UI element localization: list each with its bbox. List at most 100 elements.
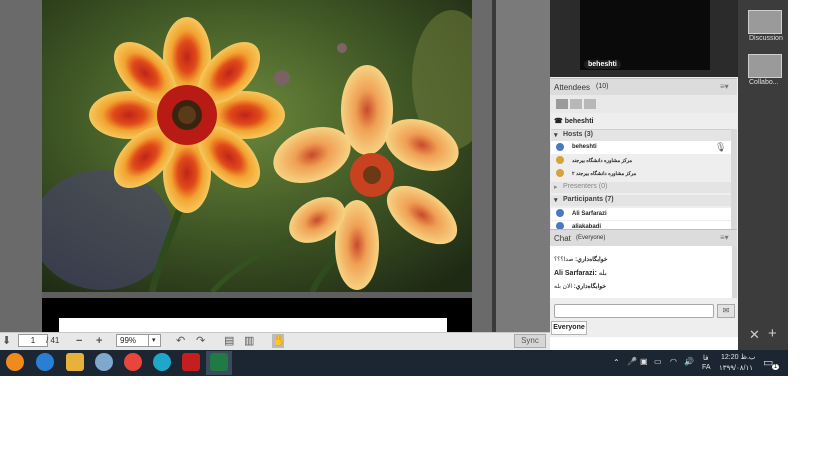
my-name: beheshti: [564, 118, 594, 125]
participant-name: Ali Sarfarazi: [572, 211, 607, 217]
list-item[interactable]: مرکز مشاوره دانشگاه بیرجند: [551, 155, 731, 167]
presenters-label: Presenters (0): [563, 183, 608, 190]
hosts-label: Hosts (3): [563, 131, 593, 138]
sort-icon[interactable]: [584, 99, 596, 109]
input-language[interactable]: FA: [702, 364, 711, 371]
presenters-group[interactable]: ▸ Presenters (0): [551, 182, 731, 193]
fit-page-icon[interactable]: ▤: [224, 334, 234, 348]
host-name: مرکز مشاوره دانشگاه بیرجند: [572, 158, 633, 164]
connect-app-icon[interactable]: [210, 353, 228, 371]
attendees-toolbar: [550, 95, 737, 113]
chat-sender: Ali Sarfarazi:: [554, 270, 597, 277]
arrow-down-icon[interactable]: ⬇: [2, 334, 11, 348]
camera-icon[interactable]: ▣: [640, 357, 648, 366]
clock-date[interactable]: ۱۳۹۹/۰۸/۱۱: [719, 364, 753, 372]
pod-menu-icon[interactable]: ≡▾: [720, 82, 729, 91]
list-item[interactable]: aliakabadi: [551, 221, 731, 229]
volume-icon[interactable]: 🔊: [684, 357, 694, 366]
list-item[interactable]: مرکز مشاوره دانشگاه بیرجند ۲: [551, 168, 731, 180]
chat-text: صدا؟؟؟: [554, 257, 574, 263]
chevron-down-icon[interactable]: ▾: [148, 334, 161, 347]
chrome-icon[interactable]: [124, 353, 142, 371]
redo-icon[interactable]: ↷: [196, 334, 205, 348]
layouts-bar: [738, 0, 788, 350]
participant-avatar-icon: [556, 222, 564, 229]
zoom-out-icon[interactable]: −: [76, 334, 82, 348]
attendees-scrollbar[interactable]: [731, 129, 737, 229]
host-avatar-icon: [556, 143, 564, 151]
participant-avatar-icon: [556, 209, 564, 217]
edge-icon[interactable]: [153, 353, 171, 371]
list-item[interactable]: Ali Sarfarazi: [551, 208, 731, 220]
viewer-side-area: [496, 0, 550, 332]
expand-icon[interactable]: [570, 99, 582, 109]
chat-scope: (Everyone): [576, 235, 606, 241]
document-page-2: [42, 298, 472, 332]
page-total: / 41: [46, 336, 60, 345]
attendees-count: (10): [596, 83, 609, 90]
hosts-group[interactable]: ▾ Hosts (3): [551, 129, 731, 141]
participants-group[interactable]: ▾ Participants (7): [551, 195, 731, 206]
chevron-up-icon[interactable]: ⌃: [613, 358, 620, 367]
flower-photo: [42, 0, 472, 292]
acrobat-icon[interactable]: [182, 353, 200, 371]
document-viewer: [0, 0, 550, 332]
chat-scrollbar[interactable]: [732, 246, 737, 298]
clock-time[interactable]: 12:20 ب.ظ: [721, 353, 755, 361]
notification-count: 1: [772, 364, 779, 370]
microphone-icon: 🎙: [715, 142, 727, 152]
chat-input[interactable]: [554, 304, 714, 318]
layout-collaboration-thumbnail[interactable]: [748, 54, 782, 78]
send-message-icon[interactable]: ✉: [717, 304, 735, 318]
chat-sender: خوابگاه‌داري:: [575, 257, 608, 263]
chat-message: Ali Sarfarazi: بله: [554, 269, 607, 277]
list-item[interactable]: beheshti 🎙: [551, 141, 731, 154]
pod-menu-icon[interactable]: ≡▾: [720, 233, 729, 242]
sync-button[interactable]: Sync: [514, 334, 546, 348]
host-avatar-icon: [556, 169, 564, 177]
viewer-left-gutter: [0, 0, 42, 332]
fit-width-icon[interactable]: ▥: [244, 334, 254, 348]
firefox-icon[interactable]: [6, 353, 24, 371]
layout-collaboration-label[interactable]: Collabo...: [749, 79, 779, 86]
input-language-top[interactable]: فا: [703, 354, 708, 362]
host-name: beheshti: [572, 144, 597, 150]
close-icon[interactable]: ✕: [749, 327, 760, 343]
chat-title: Chat: [554, 234, 571, 243]
wifi-icon[interactable]: ◠: [670, 357, 677, 366]
chat-text: الان بله: [554, 284, 573, 290]
caret-down-icon: ▾: [554, 197, 558, 204]
attendees-header: Attendees (10) ≡▾: [550, 78, 737, 96]
add-layout-icon[interactable]: +: [768, 325, 777, 342]
settings-app-icon[interactable]: [95, 353, 113, 371]
document-toolbar: ⬇ 1 / 41 − + 99% ▾ ↶ ↷ ▤ ▥ ✋ Sync: [0, 332, 550, 350]
page-number-input[interactable]: 1: [18, 334, 48, 347]
file-explorer-icon[interactable]: [66, 353, 84, 371]
microphone-tray-icon[interactable]: 🎤: [627, 357, 637, 366]
chat-header: Chat (Everyone) ≡▾: [550, 229, 737, 247]
chat-message: خوابگاه‌داري: صدا؟؟؟: [554, 256, 608, 263]
phone-icon: ☎: [554, 118, 563, 125]
layout-discussion-thumbnail[interactable]: [748, 10, 782, 34]
hand-tool-icon[interactable]: ✋: [272, 334, 286, 348]
layout-discussion-label[interactable]: Discussion: [749, 35, 783, 42]
battery-icon[interactable]: ▭: [654, 357, 662, 366]
chat-sender: خوابگاه‌داري:: [573, 284, 607, 290]
chat-messages: خوابگاه‌داري: صدا؟؟؟ Ali Sarfarazi: بله …: [550, 246, 732, 298]
host-name: مرکز مشاوره دانشگاه بیرجند ۲: [572, 171, 637, 177]
undo-icon[interactable]: ↶: [176, 334, 185, 348]
video-name-tag: beheshti: [584, 60, 621, 69]
host-avatar-icon: [556, 156, 564, 164]
chat-message: خوابگاه‌داري: الان بله: [554, 283, 606, 290]
document-page-image: [42, 0, 472, 292]
zoom-in-icon[interactable]: +: [96, 334, 102, 348]
caret-down-icon: ▾: [554, 132, 558, 139]
chat-tab-everyone[interactable]: Everyone: [551, 321, 587, 335]
page-2-content: [59, 318, 447, 332]
attendees-title: Attendees: [554, 83, 591, 92]
caret-right-icon: ▸: [554, 184, 558, 191]
participants-label: Participants (7): [563, 196, 614, 203]
list-view-icon[interactable]: [556, 99, 568, 109]
my-status-row[interactable]: ☎ beheshti: [554, 117, 734, 129]
internet-explorer-icon[interactable]: [36, 353, 54, 371]
